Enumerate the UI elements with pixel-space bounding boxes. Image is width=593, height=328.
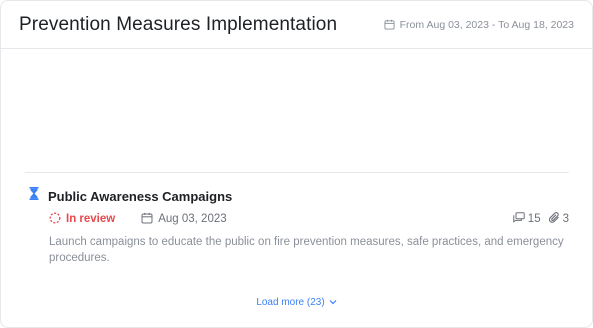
chevron-down-icon xyxy=(329,297,337,308)
paperclip-icon xyxy=(548,211,560,227)
task-title[interactable]: Public Awareness Campaigns xyxy=(48,189,232,204)
page-title: Prevention Measures Implementation xyxy=(19,13,338,35)
task-card: Prevention Measures Implementation From … xyxy=(0,0,593,328)
comment-icon xyxy=(513,212,525,226)
status-badge: In review xyxy=(49,212,115,227)
task-counts: 15 3 xyxy=(513,211,569,227)
task-date: Aug 03, 2023 xyxy=(141,212,227,227)
status-label: In review xyxy=(66,213,116,225)
date-range: From Aug 03, 2023 - To Aug 18, 2023 xyxy=(384,19,574,31)
comments-count-text: 15 xyxy=(527,213,541,225)
card-header: Prevention Measures Implementation From … xyxy=(1,1,592,49)
task-meta: In review Aug 03, 2023 15 3 xyxy=(49,211,569,227)
task-description: Launch campaigns to educate the public o… xyxy=(49,236,564,264)
load-more-label: Load more (23) xyxy=(256,297,325,308)
task-title-row[interactable]: Public Awareness Campaigns xyxy=(29,187,232,205)
comments-count[interactable]: 15 xyxy=(513,212,541,226)
load-more-button[interactable]: Load more (23) xyxy=(1,297,592,308)
status-dashed-circle-icon xyxy=(49,212,61,227)
divider xyxy=(25,172,569,173)
attachments-count[interactable]: 3 xyxy=(548,211,569,227)
date-range-text: From Aug 03, 2023 - To Aug 18, 2023 xyxy=(399,18,574,31)
calendar-icon xyxy=(141,212,153,227)
calendar-icon xyxy=(384,19,395,30)
attachments-count-text: 3 xyxy=(562,213,569,225)
hourglass-icon xyxy=(29,187,39,205)
task-date-text: Aug 03, 2023 xyxy=(158,213,227,225)
